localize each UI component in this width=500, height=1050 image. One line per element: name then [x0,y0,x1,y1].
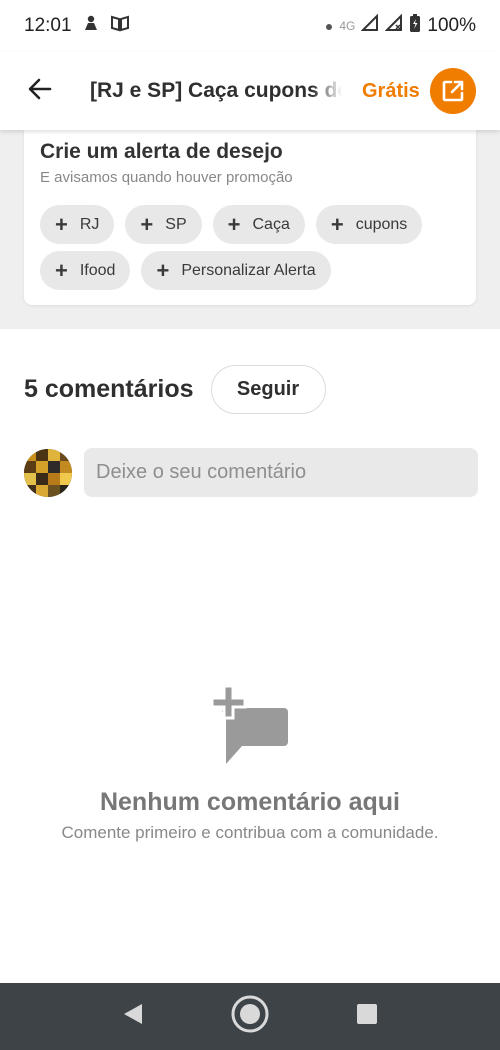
square-recents-icon [356,1003,378,1030]
empty-title: Nenhum comentário aqui [99,788,401,816]
chip-label: Ifood [79,261,116,279]
nav-back-button[interactable] [122,1002,144,1031]
comments-header: 5 comentários Seguir [24,365,326,414]
book-icon [110,14,130,38]
nav-home-button[interactable] [230,994,270,1039]
comments-count: 5 comentários [24,375,194,403]
comment-input[interactable] [84,448,478,497]
gratis-label: Grátis [362,79,420,102]
plus-icon: + [140,211,154,237]
chip-caca[interactable]: + Caça [212,205,305,244]
chip-rj[interactable]: + RJ [40,205,115,244]
notification-app-icon [82,14,100,38]
dot-icon [325,15,333,37]
network-type: 4G [339,19,356,33]
chip-sp[interactable]: + SP [125,205,202,244]
app-header: [RJ e SP] Caça cupons do Ifood Grátis [0,52,500,130]
signal-icon [360,13,379,38]
comment-input-row [24,448,478,497]
alert-section: Crie um alerta de desejo E avisamos quan… [0,130,500,329]
wish-alert-card: Crie um alerta de desejo E avisamos quan… [24,130,476,305]
chip-label: cupons [355,215,408,233]
alert-subtitle: E avisamos quando houver promoção [40,169,293,186]
chip-label: SP [165,215,187,233]
arrow-left-icon [27,76,53,107]
status-left: 12:01 [24,14,130,38]
system-nav-bar [0,983,500,1050]
chip-cupons[interactable]: + cupons [315,205,423,244]
gratis-button[interactable]: Grátis [362,68,476,114]
open-external-icon [429,68,476,114]
avatar [24,448,72,497]
plus-icon: + [55,211,68,237]
plus-icon: + [330,211,344,237]
add-comment-icon [208,684,292,770]
chip-personalizar-alerta[interactable]: + Personalizar Alerta [141,251,331,290]
plus-icon: + [156,257,170,283]
plus-icon: + [227,211,241,237]
chip-label: Caça [252,215,290,233]
back-button[interactable] [20,71,60,111]
chip-label: RJ [79,215,100,233]
battery-icon [409,13,421,39]
follow-button[interactable]: Seguir [210,365,326,414]
triangle-back-icon [122,1002,144,1031]
signal-no-service-icon [384,13,403,38]
empty-description: Comente primeiro e contribua com a comun… [61,823,439,842]
page-title: [RJ e SP] Caça cupons do Ifood [90,79,342,102]
empty-state: Nenhum comentário aqui Comente primeiro … [0,684,500,843]
battery-level: 100% [427,15,476,36]
chip-ifood[interactable]: + Ifood [40,251,131,290]
alert-chips: + RJ + SP + Caça + cupons + Ifood + Pers… [40,205,470,290]
circle-home-icon [230,994,270,1039]
nav-recents-button[interactable] [356,1003,378,1030]
status-right: 4G 100% [325,13,476,39]
status-time: 12:01 [24,15,72,36]
status-bar: 12:01 4G 100% [0,0,500,52]
chip-label: Personalizar Alerta [181,261,316,279]
plus-icon: + [55,257,68,283]
alert-title: Crie um alerta de desejo [40,140,283,163]
